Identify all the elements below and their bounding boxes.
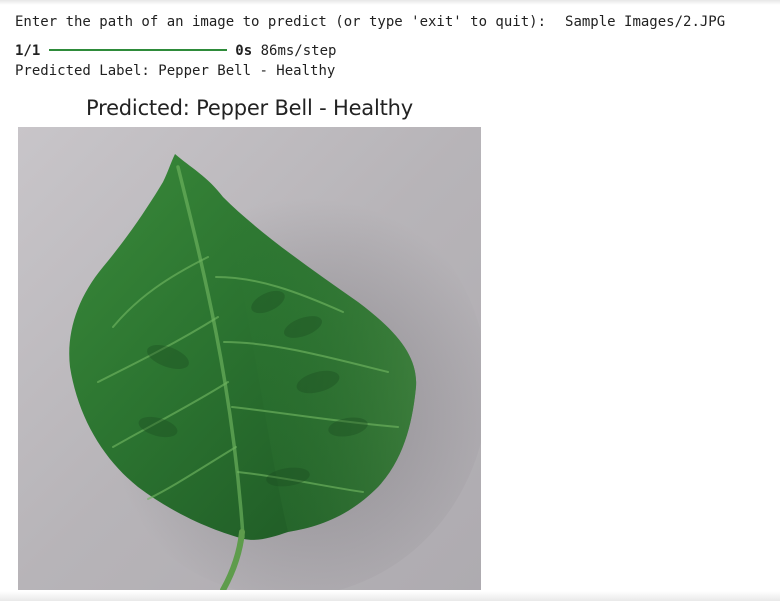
progress-line: 1/1 0s 86ms/step — [15, 41, 336, 61]
console-output: Enter the path of an image to predict (o… — [15, 10, 725, 79]
prompt-line: Enter the path of an image to predict (o… — [15, 12, 725, 32]
progress-step: 1/1 — [15, 43, 41, 59]
input-path[interactable]: Sample Images/2.JPG — [565, 14, 725, 30]
progress-rate: 86ms/step — [260, 43, 337, 59]
progress-bar — [49, 49, 228, 51]
result-line: Predicted Label: Pepper Bell - Healthy — [15, 61, 335, 81]
result-value: Pepper Bell - Healthy — [158, 63, 336, 79]
bottom-edge — [0, 591, 780, 601]
plot-title: Predicted: Pepper Bell - Healthy — [86, 96, 413, 120]
progress-time: 0s — [235, 43, 253, 59]
result-label: Predicted Label: — [15, 63, 150, 79]
top-edge — [0, 0, 780, 5]
prompt-text: Enter the path of an image to predict (o… — [15, 14, 547, 30]
leaf-image — [18, 127, 481, 590]
